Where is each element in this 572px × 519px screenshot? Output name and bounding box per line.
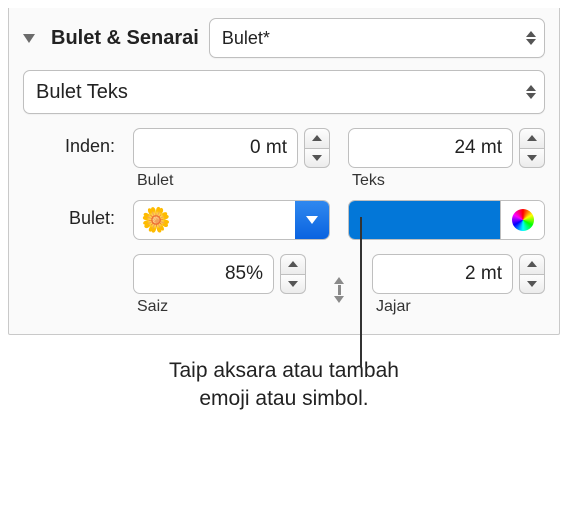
indent-text-field: 24 mt Teks bbox=[348, 128, 545, 190]
stepper-buttons bbox=[519, 128, 545, 168]
bullet-align-stepper[interactable]: 2 mt bbox=[372, 254, 545, 294]
indent-text-sublabel: Teks bbox=[348, 172, 545, 190]
callout-text: Taip aksara atau tambah emoji atau simbo… bbox=[8, 357, 560, 414]
color-wheel-icon bbox=[512, 209, 534, 231]
bullet-color-field bbox=[348, 200, 545, 240]
stepper-up-button[interactable] bbox=[304, 128, 330, 148]
chevron-up-icon bbox=[527, 135, 537, 141]
bullet-size-sublabel: Saiz bbox=[133, 298, 306, 316]
chevron-down-icon bbox=[527, 155, 537, 161]
stepper-down-button[interactable] bbox=[280, 274, 306, 295]
list-style-value: Bulet* bbox=[222, 28, 270, 49]
bullet-char-picker[interactable]: 🌼 bbox=[133, 200, 330, 240]
stepper-buttons bbox=[519, 254, 545, 294]
bullets-lists-panel: Bulet & Senarai Bulet* Bulet Teks Inden:… bbox=[8, 8, 560, 335]
bullet-align-sublabel: Jajar bbox=[372, 298, 545, 316]
stepper-down-button[interactable] bbox=[519, 148, 545, 169]
size-align-grid: 85% Saiz 2 mt Jajar bbox=[23, 254, 545, 316]
bullet-emoji[interactable]: 🌼 bbox=[134, 201, 178, 239]
bullet-type-select[interactable]: Bulet Teks bbox=[23, 70, 545, 114]
bullet-align-value[interactable]: 2 mt bbox=[372, 254, 513, 294]
stepper-buttons bbox=[280, 254, 306, 294]
bullet-type-value: Bulet Teks bbox=[36, 81, 128, 104]
stepper-up-button[interactable] bbox=[519, 128, 545, 148]
indent-bullet-sublabel: Bulet bbox=[133, 172, 330, 190]
color-swatch[interactable] bbox=[349, 201, 500, 239]
bullet-color-well[interactable] bbox=[348, 200, 545, 240]
indent-label: Inden: bbox=[23, 128, 115, 157]
indent-bullet-value[interactable]: 0 mt bbox=[133, 128, 298, 168]
chevron-up-icon bbox=[527, 261, 537, 267]
section-title: Bulet & Senarai bbox=[51, 27, 199, 50]
callout-leader-line bbox=[360, 217, 362, 367]
bullet-align-field: 2 mt Jajar bbox=[372, 254, 545, 316]
bullet-size-stepper[interactable]: 85% bbox=[133, 254, 306, 294]
bullet-type-row: Bulet Teks bbox=[23, 70, 545, 114]
stepper-down-button[interactable] bbox=[519, 274, 545, 295]
chevron-down-icon bbox=[527, 281, 537, 287]
chevron-up-icon bbox=[312, 135, 322, 141]
chevron-down-icon bbox=[306, 216, 318, 224]
indent-bullet-stepper[interactable]: 0 mt bbox=[133, 128, 330, 168]
disclosure-triangle-icon[interactable] bbox=[23, 34, 35, 43]
bullet-size-value[interactable]: 85% bbox=[133, 254, 274, 294]
indent-bullet-field: 0 mt Bulet bbox=[133, 128, 330, 190]
stepper-up-button[interactable] bbox=[280, 254, 306, 274]
chevron-down-icon bbox=[312, 155, 322, 161]
bullet-label: Bulet: bbox=[23, 200, 115, 229]
chevron-down-icon bbox=[288, 281, 298, 287]
vertical-align-icon bbox=[324, 267, 354, 303]
chevron-up-icon bbox=[288, 261, 298, 267]
bullet-size-field: 85% Saiz bbox=[133, 254, 306, 316]
stepper-buttons bbox=[304, 128, 330, 168]
bullet-char-input[interactable] bbox=[178, 201, 295, 239]
color-picker-button[interactable] bbox=[500, 201, 544, 239]
updown-icon bbox=[526, 31, 536, 45]
bullet-char-field: 🌼 bbox=[133, 200, 330, 240]
bullet-style-grid: Bulet: 🌼 bbox=[23, 200, 545, 240]
panel-header: Bulet & Senarai Bulet* bbox=[23, 18, 545, 58]
stepper-down-button[interactable] bbox=[304, 148, 330, 169]
updown-icon bbox=[526, 85, 536, 99]
list-style-select[interactable]: Bulet* bbox=[209, 18, 545, 58]
stepper-up-button[interactable] bbox=[519, 254, 545, 274]
indent-grid: Inden: 0 mt Bulet 24 mt Teks bbox=[23, 128, 545, 190]
bullet-char-dropdown-button[interactable] bbox=[295, 201, 329, 239]
callout: Taip aksara atau tambah emoji atau simbo… bbox=[8, 357, 560, 414]
indent-text-value[interactable]: 24 mt bbox=[348, 128, 513, 168]
indent-text-stepper[interactable]: 24 mt bbox=[348, 128, 545, 168]
